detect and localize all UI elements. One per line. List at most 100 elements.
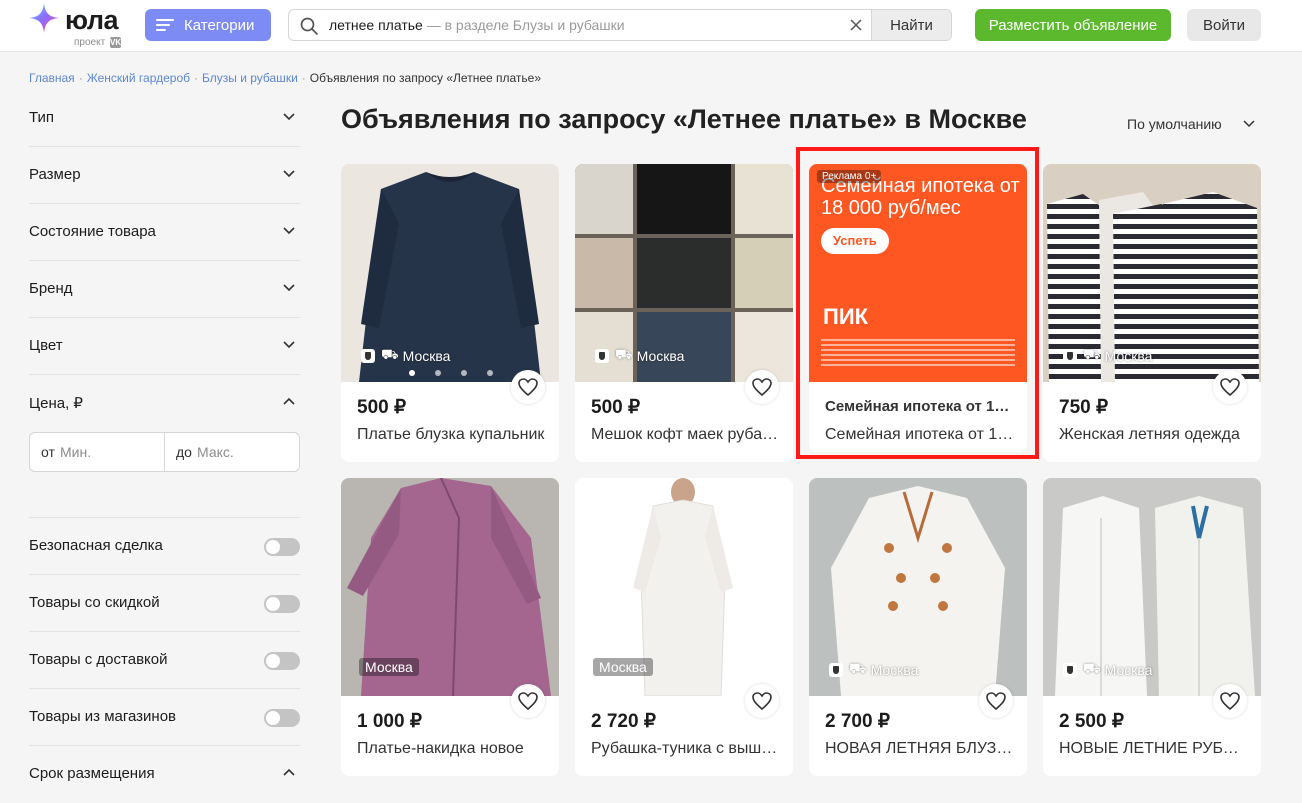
menu-icon xyxy=(156,18,174,32)
header: юла проект VK Категории летнее платье — … xyxy=(0,0,1302,52)
search-bar[interactable]: летнее платье — в разделе Блузы и рубашк… xyxy=(288,9,952,41)
filter-brand[interactable]: Бренд xyxy=(29,261,300,318)
listing-card[interactable]: ⛟ Москва 500 ₽ Платье блузка купальник xyxy=(341,164,559,462)
toggle-discount: Товары со скидкой xyxy=(29,575,300,632)
delivery-switch[interactable] xyxy=(264,652,300,670)
listing-city: ⛟ Москва xyxy=(615,346,684,365)
favorite-button[interactable] xyxy=(1213,684,1247,718)
price-min-field[interactable]: от xyxy=(30,433,164,471)
safe-deal-icon xyxy=(595,348,609,363)
filter-type[interactable]: Тип xyxy=(29,90,300,147)
filter-label: Размер xyxy=(29,166,81,183)
city-label: Москва xyxy=(593,658,653,676)
favorite-button[interactable] xyxy=(1213,370,1247,404)
login-button[interactable]: Войти xyxy=(1187,9,1261,41)
filter-condition[interactable]: Состояние товара xyxy=(29,204,300,261)
favorite-button[interactable] xyxy=(979,684,1013,718)
discount-switch[interactable] xyxy=(264,595,300,613)
post-ad-button[interactable]: Разместить объявление xyxy=(975,9,1171,41)
listing-badges: ⛟ Москва xyxy=(1063,660,1152,679)
listing-card[interactable]: ⛟ Москва 2 500 ₽ НОВЫЕ ЛЕТНИЕ РУБАШКИ xyxy=(1043,478,1261,776)
price-from-prefix: от xyxy=(41,444,55,460)
favorite-button[interactable] xyxy=(511,370,545,404)
vk-badge: VK xyxy=(110,37,122,48)
listing-badges: ⛟ Москва xyxy=(829,660,918,679)
shops-switch[interactable] xyxy=(264,709,300,727)
breadcrumb-home[interactable]: Главная xyxy=(29,71,75,85)
listing-city: ⛟ Москва xyxy=(1083,346,1152,365)
ad-banner: Семейная ипотека от 18 000 руб/мес Рекла… xyxy=(809,164,1027,382)
heart-icon xyxy=(1220,692,1240,710)
listing-card[interactable]: ⛟ Москва 500 ₽ Мешок кофт маек рубашек xyxy=(575,164,793,462)
categories-button[interactable]: Категории xyxy=(145,9,271,41)
ad-description: Семейная ипотека от 18 000 руб/мес xyxy=(825,426,1015,443)
filter-price[interactable]: Цена, ₽ xyxy=(29,375,300,432)
ad-label: Реклама 0+ xyxy=(817,170,882,183)
logo-subtitle: проект xyxy=(74,37,106,48)
delivery-icon: ⛟ xyxy=(381,346,399,362)
photo-dots xyxy=(409,370,493,376)
breadcrumb-separator: · xyxy=(301,71,306,85)
listing-city: ⛟ Москва xyxy=(1083,660,1152,679)
delivery-icon: ⛟ xyxy=(615,346,633,362)
delivery-icon: ⛟ xyxy=(1083,660,1101,676)
safe-deal-icon xyxy=(361,348,375,363)
price-max-field[interactable]: до xyxy=(164,433,299,471)
logo-star-icon xyxy=(29,3,59,33)
listing-title: Платье блузка купальник xyxy=(357,426,545,443)
search-input[interactable]: летнее платье — в разделе Блузы и рубашк… xyxy=(329,17,625,33)
chevron-down-icon xyxy=(283,341,295,349)
chevron-up-icon xyxy=(283,397,295,405)
listing-title: Мешок кофт маек рубашек xyxy=(591,426,781,443)
find-button[interactable]: Найти xyxy=(871,10,951,40)
heart-icon xyxy=(752,692,772,710)
listing-card[interactable]: ⛟ Москва 2 700 ₽ НОВАЯ ЛЕТНЯЯ БЛУЗКА xyxy=(809,478,1027,776)
listing-card[interactable]: Москва 2 720 ₽ Рубашка-туника с вышивкой xyxy=(575,478,793,776)
listing-badges: ⛟ Москва xyxy=(595,346,684,365)
ad-card[interactable]: Семейная ипотека от 18 000 руб/мес Рекла… xyxy=(809,164,1027,452)
categories-label: Категории xyxy=(184,16,255,34)
city-label: Москва xyxy=(870,661,919,678)
filter-size[interactable]: Размер xyxy=(29,147,300,204)
clear-icon[interactable] xyxy=(848,17,864,33)
favorite-button[interactable] xyxy=(745,684,779,718)
city-label: Москва xyxy=(636,347,685,364)
heart-icon xyxy=(986,692,1006,710)
filter-label: Состояние товара xyxy=(29,223,156,240)
search-query: летнее платье xyxy=(329,17,423,33)
breadcrumb-blouses[interactable]: Блузы и рубашки xyxy=(202,71,298,85)
breadcrumb-separator: · xyxy=(194,71,198,85)
toggle-safe-deal: Безопасная сделка xyxy=(29,518,300,575)
filter-term[interactable]: Срок размещения xyxy=(29,746,300,803)
toggle-label: Товары из магазинов xyxy=(29,708,177,725)
favorite-button[interactable] xyxy=(511,684,545,718)
logo-text: юла xyxy=(65,5,119,35)
breadcrumb-womens-wardrobe[interactable]: Женский гардероб xyxy=(87,71,190,85)
price-min-input[interactable] xyxy=(60,441,150,463)
listing-price: 750 ₽ xyxy=(1059,397,1109,418)
search-scope: — в разделе Блузы и рубашки xyxy=(422,17,625,33)
listing-card[interactable]: ⛟ Москва 750 ₽ Женская летняя одежда xyxy=(1043,164,1261,462)
sort-dropdown[interactable]: По умолчанию xyxy=(1127,116,1255,132)
city-label: Москва xyxy=(402,347,451,364)
heart-icon xyxy=(518,692,538,710)
listing-title: Платье-накидка новое xyxy=(357,740,524,757)
safe-deal-switch[interactable] xyxy=(264,538,300,556)
favorite-button[interactable] xyxy=(745,370,779,404)
price-inputs: от до xyxy=(29,432,300,472)
price-max-input[interactable] xyxy=(197,441,287,463)
listing-price: 2 720 ₽ xyxy=(591,711,656,732)
chevron-down-icon xyxy=(1243,120,1255,128)
ad-fine-print xyxy=(821,339,1015,369)
filter-color[interactable]: Цвет xyxy=(29,318,300,375)
toggle-label: Товары с доставкой xyxy=(29,651,168,668)
listing-city: ⛟ Москва xyxy=(849,660,918,679)
listing-card[interactable]: Москва 1 000 ₽ Платье-накидка новое xyxy=(341,478,559,776)
ad-brand: ПИК xyxy=(823,304,869,329)
ad-cta-button[interactable]: Успеть xyxy=(821,228,889,254)
sort-label: По умолчанию xyxy=(1127,116,1222,132)
ad-title: Семейная ипотека от 18 000 руб/мес xyxy=(825,398,1015,415)
logo[interactable]: юла проект VK xyxy=(28,2,138,48)
safe-deal-icon xyxy=(829,662,843,677)
chevron-down-icon xyxy=(283,170,295,178)
